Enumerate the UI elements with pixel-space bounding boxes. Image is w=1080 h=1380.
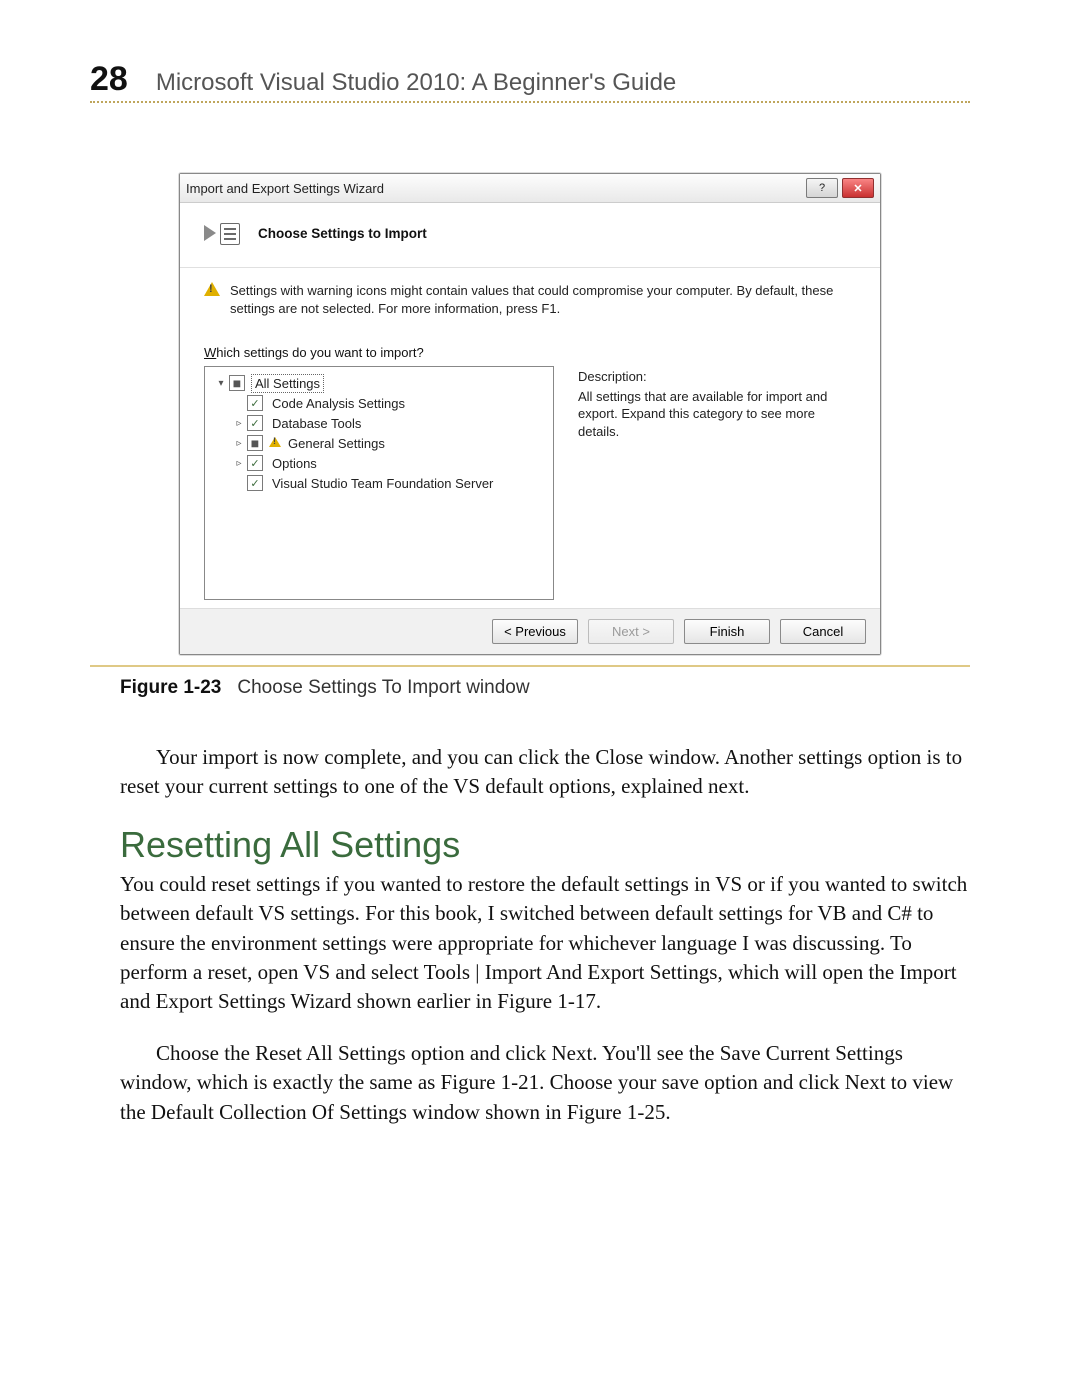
section-label: Which settings do you want to import? xyxy=(204,345,856,360)
figure-label: Figure 1-23 xyxy=(120,677,221,698)
description-title: Description: xyxy=(578,368,856,386)
checkbox[interactable]: ■ xyxy=(247,435,263,451)
titlebar: Import and Export Settings Wizard ? ✕ xyxy=(180,174,880,203)
panes: ▾■All Settings✓Code Analysis Settings▹✓D… xyxy=(204,366,856,600)
expander-icon[interactable]: ▹ xyxy=(233,438,245,449)
tree-item[interactable]: ▾■ All Settings xyxy=(209,373,549,393)
mnemonic: W xyxy=(204,345,216,360)
checkbox[interactable]: ■ xyxy=(229,375,245,391)
description-panel: Description: All settings that are avail… xyxy=(578,366,856,600)
tree-item-label: Visual Studio Team Foundation Server xyxy=(269,475,496,492)
figure-caption: Figure 1-23 Choose Settings To Import win… xyxy=(120,677,970,699)
section-heading: Resetting All Settings xyxy=(120,824,970,866)
dialog-footer: < Previous Next > Finish Cancel xyxy=(180,608,880,654)
checkbox[interactable]: ✓ xyxy=(247,475,263,491)
tree-item-label: Options xyxy=(269,455,320,472)
book-title: Microsoft Visual Studio 2010: A Beginner… xyxy=(156,69,676,97)
expander-icon[interactable]: ▹ xyxy=(233,458,245,469)
tree-item[interactable]: ▹✓ Database Tools xyxy=(209,413,549,433)
close-icon: ✕ xyxy=(853,182,862,195)
figure-caption-text: Choose Settings To Import window xyxy=(237,677,529,698)
wizard-title: Choose Settings to Import xyxy=(258,226,427,241)
settings-list-icon xyxy=(220,223,240,245)
checkbox[interactable]: ✓ xyxy=(247,455,263,471)
close-button[interactable]: ✕ xyxy=(842,178,874,198)
body-paragraph-2: You could reset settings if you wanted t… xyxy=(120,870,970,1017)
body-paragraph-3: Choose the Reset All Settings option and… xyxy=(120,1039,970,1127)
checkbox[interactable]: ✓ xyxy=(247,395,263,411)
import-arrow-icon xyxy=(204,225,216,241)
warning-icon xyxy=(269,437,281,449)
dialog-body: Settings with warning icons might contai… xyxy=(180,268,880,608)
tree-item-label: All Settings xyxy=(251,374,324,393)
warning-text: Settings with warning icons might contai… xyxy=(230,282,856,317)
titlebar-buttons: ? ✕ xyxy=(806,178,874,198)
next-button: Next > xyxy=(588,619,674,644)
tree-item[interactable]: ✓ Visual Studio Team Foundation Server xyxy=(209,473,549,493)
expander-icon[interactable]: ▾ xyxy=(215,378,227,389)
cancel-button[interactable]: Cancel xyxy=(780,619,866,644)
page-header: 28 Microsoft Visual Studio 2010: A Begin… xyxy=(90,60,970,103)
page-number: 28 xyxy=(90,60,128,99)
dialog-title: Import and Export Settings Wizard xyxy=(186,181,384,196)
tree-item[interactable]: ▹✓ Options xyxy=(209,453,549,473)
warning-row: Settings with warning icons might contai… xyxy=(204,282,856,317)
expander-icon[interactable]: ▹ xyxy=(233,418,245,429)
wizard-icon xyxy=(202,217,240,249)
tree-item[interactable]: ▹■ General Settings xyxy=(209,433,549,453)
wizard-header: Choose Settings to Import xyxy=(180,203,880,268)
tree-item-label: Code Analysis Settings xyxy=(269,395,408,412)
description-body: All settings that are available for impo… xyxy=(578,388,856,441)
section-label-rest: hich settings do you want to import? xyxy=(216,345,423,360)
page: 28 Microsoft Visual Studio 2010: A Begin… xyxy=(0,0,1080,1380)
figure-rule xyxy=(90,665,970,667)
finish-button[interactable]: Finish xyxy=(684,619,770,644)
tree-item[interactable]: ✓ Code Analysis Settings xyxy=(209,393,549,413)
settings-tree[interactable]: ▾■All Settings✓Code Analysis Settings▹✓D… xyxy=(204,366,554,600)
tree-item-label: General Settings xyxy=(285,435,388,452)
previous-button[interactable]: < Previous xyxy=(492,619,578,644)
dialog-window: Import and Export Settings Wizard ? ✕ Ch… xyxy=(179,173,881,655)
help-icon: ? xyxy=(819,182,825,194)
tree-item-label: Database Tools xyxy=(269,415,364,432)
body-paragraph-1: Your import is now complete, and you can… xyxy=(120,743,970,802)
help-button[interactable]: ? xyxy=(806,178,838,198)
checkbox[interactable]: ✓ xyxy=(247,415,263,431)
warning-icon xyxy=(204,282,220,298)
